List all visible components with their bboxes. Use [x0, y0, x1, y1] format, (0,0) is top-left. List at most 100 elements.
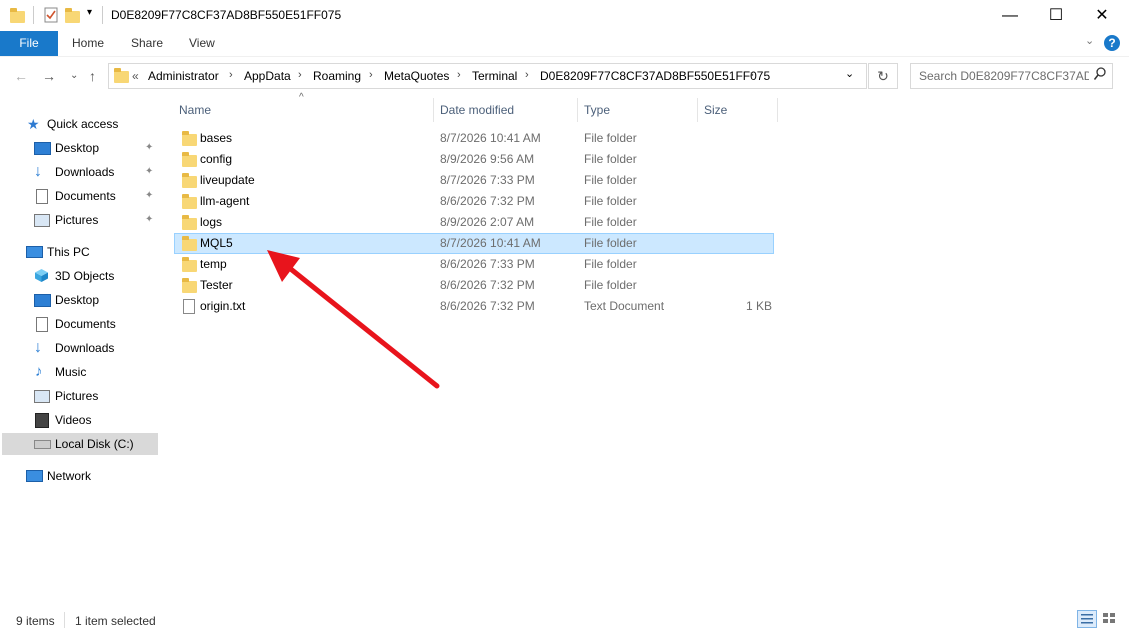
sidebar-item-label: Downloads	[55, 165, 115, 179]
folder-icon	[10, 7, 26, 23]
breadcrumb-roaming[interactable]: Roaming	[313, 69, 361, 83]
file-size: 1 KB	[746, 299, 773, 313]
sidebar-item-network[interactable]: Network	[0, 465, 158, 487]
sidebar-item-this-pc[interactable]: This PC	[0, 241, 158, 263]
file-row-config[interactable]: config 8/9/2026 9:56 AM File folder	[174, 149, 774, 170]
breadcrumb-current-folder[interactable]: D0E8209F77C8CF37AD8BF550E51FF075	[540, 69, 770, 83]
breadcrumb-overflow[interactable]: «	[132, 69, 139, 83]
sidebar-item-label: Music	[55, 365, 87, 379]
sidebar-item-pictures[interactable]: Pictures	[0, 385, 158, 407]
column-header-name[interactable]: Name	[179, 103, 211, 117]
file-list: ^ Name Date modified Type Size bases 8/7…	[160, 92, 1129, 606]
file-row-tester[interactable]: Tester 8/6/2026 7:32 PM File folder	[174, 275, 774, 296]
drive-icon	[34, 440, 51, 449]
maximize-button[interactable]: ☐	[1033, 0, 1079, 31]
refresh-button[interactable]: ↻	[868, 63, 898, 89]
minimize-button[interactable]: —	[987, 0, 1033, 31]
file-type: File folder	[584, 194, 637, 208]
breadcrumb-separator[interactable]: ›	[525, 69, 529, 81]
sidebar-item-documents[interactable]: Documents	[0, 313, 158, 335]
sidebar-item-label: Documents	[55, 317, 116, 331]
breadcrumb-separator[interactable]: ›	[298, 69, 302, 81]
details-view-button[interactable]	[1077, 610, 1097, 628]
file-row-bases[interactable]: bases 8/7/2026 10:41 AM File folder	[174, 128, 774, 149]
sidebar-item-label: This PC	[47, 245, 90, 259]
breadcrumb-separator[interactable]: ›	[457, 69, 461, 81]
address-dropdown-button[interactable]: ⌄	[845, 67, 854, 80]
expand-ribbon-button[interactable]: ⌄	[1085, 34, 1094, 47]
breadcrumb-separator[interactable]: ›	[750, 69, 754, 81]
breadcrumb-terminal[interactable]: Terminal	[472, 69, 517, 83]
sidebar-item-desktop-pinned[interactable]: Desktop ✦	[0, 137, 158, 159]
file-date: 8/6/2026 7:33 PM	[440, 257, 535, 271]
navigation-bar: ← → ⌄ ↑ « Administrator › AppData › Roam…	[0, 56, 1129, 95]
sidebar-item-label: Videos	[55, 413, 92, 427]
tab-home[interactable]: Home	[72, 31, 104, 56]
pin-icon: ✦	[145, 190, 154, 201]
file-row-mql5[interactable]: MQL5 8/7/2026 10:41 AM File folder	[174, 233, 774, 254]
documents-icon	[36, 317, 48, 332]
breadcrumb-administrator[interactable]: Administrator	[148, 69, 219, 83]
sidebar-item-videos[interactable]: Videos	[0, 409, 158, 431]
pictures-icon	[34, 214, 50, 227]
tab-share[interactable]: Share	[131, 31, 163, 56]
status-bar: 9 items 1 item selected	[0, 606, 1129, 630]
column-header-size[interactable]: Size	[704, 103, 727, 117]
file-row-liveupdate[interactable]: liveupdate 8/7/2026 7:33 PM File folder	[174, 170, 774, 191]
customize-quick-access-dropdown[interactable]: ▾	[87, 7, 92, 18]
column-divider[interactable]	[697, 98, 698, 122]
address-bar[interactable]: « Administrator › AppData › Roaming › Me…	[108, 63, 867, 89]
help-button[interactable]: ?	[1104, 35, 1120, 51]
properties-icon[interactable]	[43, 7, 59, 23]
column-header-date-modified[interactable]: Date modified	[440, 103, 514, 117]
forward-button[interactable]: →	[42, 68, 56, 84]
sidebar-item-pictures-pinned[interactable]: Pictures ✦	[0, 209, 158, 231]
column-divider[interactable]	[577, 98, 578, 122]
sidebar-item-downloads[interactable]: ↓ Downloads	[0, 337, 158, 359]
file-name: bases	[200, 131, 233, 145]
folder-icon	[182, 131, 197, 146]
file-row-llm-agent[interactable]: llm-agent 8/6/2026 7:32 PM File folder	[174, 191, 774, 212]
search-icon	[1093, 67, 1106, 84]
divider	[33, 6, 34, 24]
sidebar-item-local-disk[interactable]: Local Disk (C:)	[2, 433, 158, 455]
folder-icon	[182, 257, 197, 272]
tab-view[interactable]: View	[189, 31, 215, 56]
breadcrumb-metaquotes[interactable]: MetaQuotes	[384, 69, 449, 83]
column-divider[interactable]	[433, 98, 434, 122]
tab-file[interactable]: File	[0, 31, 58, 56]
file-row-origin-txt[interactable]: origin.txt 8/6/2026 7:32 PM Text Documen…	[174, 296, 774, 317]
videos-icon	[35, 413, 49, 428]
column-header-type[interactable]: Type	[584, 103, 610, 117]
file-name: MQL5	[200, 236, 233, 250]
breadcrumb-appdata[interactable]: AppData	[244, 69, 291, 83]
up-button[interactable]: ↑	[89, 68, 96, 84]
search-input[interactable]: Search D0E8209F77C8CF37AD...	[910, 63, 1113, 89]
close-button[interactable]: ✕	[1079, 0, 1125, 31]
large-icons-view-button[interactable]	[1100, 610, 1120, 628]
sidebar-item-label: Desktop	[55, 293, 100, 307]
file-row-logs[interactable]: logs 8/9/2026 2:07 AM File folder	[174, 212, 774, 233]
new-folder-icon[interactable]	[65, 7, 81, 23]
minimize-icon: —	[1002, 7, 1018, 24]
column-divider[interactable]	[777, 98, 778, 122]
pin-icon: ✦	[145, 214, 154, 225]
recent-locations-button[interactable]: ⌄	[70, 70, 78, 81]
sidebar-item-downloads-pinned[interactable]: ↓ Downloads ✦	[0, 161, 158, 183]
details-view-icon	[1081, 614, 1093, 624]
sidebar-item-3d-objects[interactable]: 3D Objects	[0, 265, 158, 287]
file-row-temp[interactable]: temp 8/6/2026 7:33 PM File folder	[174, 254, 774, 275]
cube-icon	[34, 268, 49, 290]
file-name: llm-agent	[200, 194, 250, 208]
sidebar-item-documents-pinned[interactable]: Documents ✦	[0, 185, 158, 207]
breadcrumb-separator[interactable]: ›	[229, 69, 233, 81]
folder-icon	[182, 194, 197, 209]
back-button[interactable]: ←	[14, 68, 28, 84]
sidebar-item-desktop[interactable]: Desktop	[0, 289, 158, 311]
sidebar-item-quick-access[interactable]: ★ Quick access	[0, 113, 158, 135]
file-name: Tester	[200, 278, 233, 292]
sidebar-item-label: Documents	[55, 189, 116, 203]
folder-icon	[114, 68, 129, 83]
sidebar-item-music[interactable]: ♪ Music	[0, 361, 158, 383]
breadcrumb-separator[interactable]: ›	[369, 69, 373, 81]
